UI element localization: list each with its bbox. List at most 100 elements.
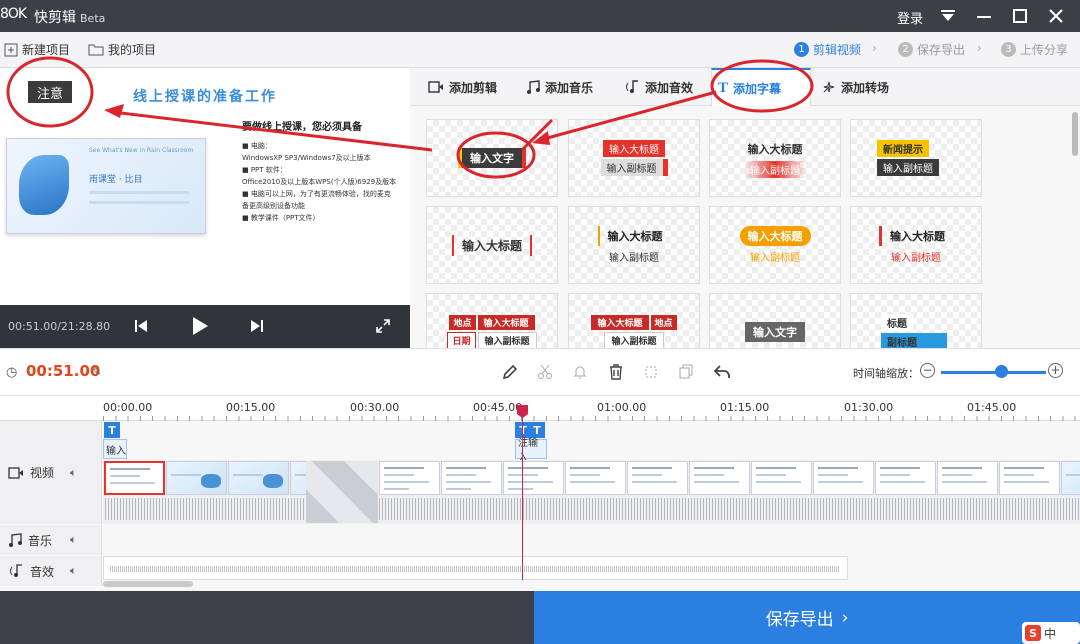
app-name-label: 快剪辑 [34,10,76,26]
tab-label: 添加剪辑 [449,80,498,95]
video-frame [503,461,564,495]
video-frame [751,461,812,495]
step-number: 2 [898,42,913,57]
tab-add-clip[interactable]: 添加剪辑 [422,68,503,106]
playback-time: 00:51.00/21:28.80 [8,320,111,333]
close-icon[interactable] [1044,4,1068,28]
subtitle-template[interactable]: 输入大标题 [426,206,558,284]
zoom-slider-handle[interactable] [995,365,1008,378]
folder-icon [88,44,104,56]
subtitle-template[interactable]: 输入文字 [426,119,558,197]
fullscreen-icon[interactable] [372,315,394,337]
trash-icon[interactable] [605,361,627,383]
previous-frame-icon[interactable] [130,315,152,337]
minimize-icon[interactable] [972,4,996,28]
track-label: 视频 [30,466,55,480]
ruler-tick: 00:45.00 [473,401,523,414]
beta-badge: Beta [80,12,106,25]
slide-thumbnail: See What's New in Rain Classroom 雨课堂 · 比… [6,138,206,234]
fish-illustration [19,155,69,215]
zoom-out-icon[interactable]: − [920,363,935,378]
subtitle-template[interactable]: 标题 副标题 [850,293,982,348]
login-link[interactable]: 登录 [897,8,923,27]
sound-effect-icon [10,564,22,577]
sound-effect-clip[interactable] [103,556,848,580]
new-project-button[interactable]: 新建项目 [4,41,70,58]
copy-icon[interactable] [675,361,697,383]
crop-icon[interactable] [640,361,662,383]
tab-label: 添加音效 [645,80,694,95]
music-track-header: 音乐 🔈︎ [0,525,102,555]
my-projects-button[interactable]: 我的项目 [88,41,156,58]
dropdown-menu-icon[interactable] [936,4,960,28]
tab-add-transition[interactable]: 添加转场 [816,68,895,106]
sogou-icon: S [1025,625,1041,641]
video-frame [999,461,1060,495]
step-label: 保存导出 [917,43,966,57]
tab-add-sound-effect[interactable]: 添加音效 [618,68,699,106]
template-title: 输入文字 [745,322,805,342]
template-scrollbar[interactable] [1072,112,1078,156]
ime-indicator[interactable]: S 中 [1022,622,1080,644]
video-icon [428,81,443,93]
subtitle-clip[interactable]: 注输入 [515,438,547,464]
slide-line: WindowsXP SP3/Windows7及以上版本 [242,154,371,162]
my-projects-label: 我的项目 [108,43,157,57]
playhead[interactable] [522,405,523,580]
next-frame-icon[interactable] [246,315,268,337]
bell-icon[interactable] [569,361,591,383]
tab-add-music[interactable]: 添加音乐 [520,68,599,106]
maximize-icon[interactable] [1008,4,1032,28]
subtitle-template[interactable]: 输入大标题 输入副标题 [850,206,982,284]
save-export-button[interactable]: 保存导出 › [534,591,1080,644]
placeholder-line [89,191,189,194]
step-save-export[interactable]: 2 保存导出 [898,41,965,58]
speaker-icon[interactable]: 🔈︎ [70,466,77,480]
speaker-icon[interactable]: 🔈︎ [70,564,77,578]
transition-placeholder[interactable] [306,461,378,523]
audio-waveform [379,498,1079,520]
scissors-icon[interactable] [534,361,556,383]
step-number: 3 [1001,42,1016,57]
video-frame [627,461,688,495]
ruler-tick: 01:45.00 [967,401,1017,414]
subtitle-template[interactable]: 输入文字 [709,293,841,348]
speaker-icon[interactable]: 🔈︎ [70,533,77,547]
template-title: 新闻提示 [877,140,929,157]
pencil-icon[interactable] [499,361,521,383]
undo-icon[interactable] [711,361,733,383]
thumbnail-title: 雨课堂 · 比目 [89,175,143,185]
template-subtitle: 输入副标题 [600,159,668,176]
step-upload-share[interactable]: 3 上传分享 [1001,41,1068,58]
subtitle-template[interactable]: 输入大标题 输入副标题 [568,206,700,284]
edit-time-icon[interactable]: ✎ [92,365,101,378]
zoom-in-icon[interactable]: + [1048,363,1063,378]
video-track[interactable] [103,460,1080,524]
subtitle-template[interactable]: 输入大标题 输入副标题 [709,119,841,197]
export-label: 保存导出 [765,610,834,630]
subtitle-template[interactable]: 输入大标题 输入副标题 [709,206,841,284]
subtitle-template[interactable]: 输入大标题 输入副标题 [568,119,700,197]
template-title: 输入大标题 [739,225,811,246]
subtitle-clip-icon[interactable]: T [104,422,120,438]
template-title: 输入大标题 [451,234,532,256]
slide-title: 线上授课的准备工作 [133,89,277,105]
subtitle-clip[interactable]: 输入 [103,439,127,459]
step-edit-video[interactable]: 1 剪辑视频 [794,41,861,58]
subtitle-template[interactable]: 地点 输入大标题 日期 输入副标题 [426,293,558,348]
zoom-slider[interactable] [941,371,1046,374]
template-subtitle: 输入副标题 [750,252,800,264]
track-label: 音乐 [28,533,53,548]
subtitle-template-grid: 输入文字 输入大标题 输入副标题 输入大标题 输入副标题 新闻提示 输入副标题 … [410,106,1080,348]
subtitle-template[interactable]: 输入大标题 地点 输入副标题 [568,293,700,348]
chevron-right-icon: › [841,607,849,628]
step-label: 剪辑视频 [813,43,862,57]
template-title: 输入文字 [458,148,526,168]
subtitle-template[interactable]: 新闻提示 输入副标题 [850,119,982,197]
timeline-scrollbar[interactable] [103,581,193,587]
timeline-ruler[interactable]: 00:00.00 00:15.00 00:30.00 00:45.00 01:0… [0,397,1080,421]
sound-effect-icon [626,80,638,93]
zoom-label: 时间轴缩放： [853,367,919,380]
tab-add-subtitle[interactable]: T 添加字幕 [711,68,811,107]
play-icon[interactable] [189,315,211,337]
